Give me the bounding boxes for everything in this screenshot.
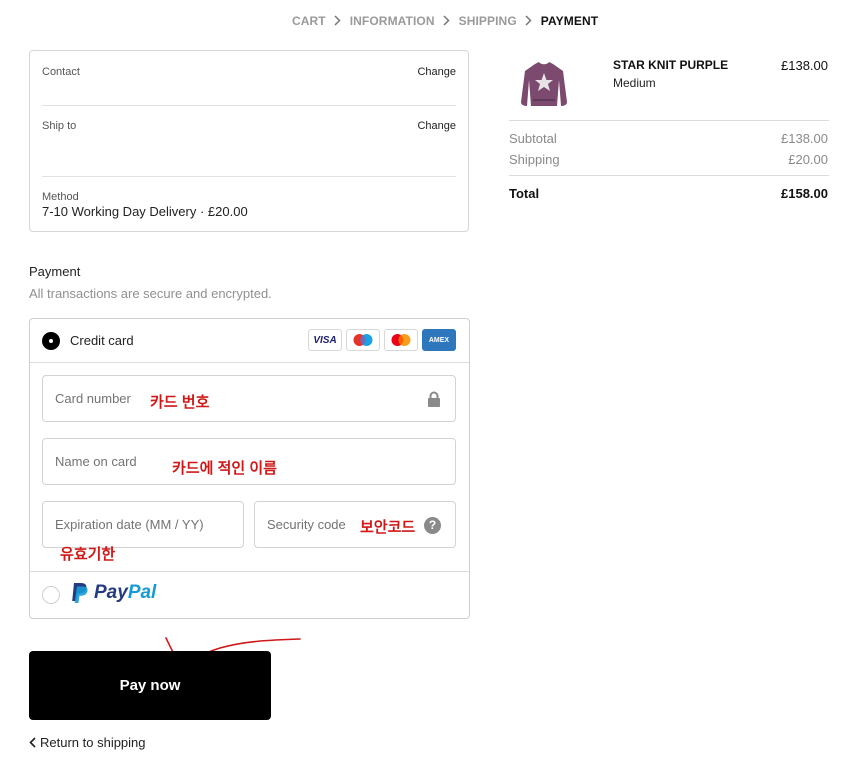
divider — [42, 105, 456, 106]
payment-method-box: Credit card VISA AMEX Card number 카드 번호 … — [29, 318, 470, 619]
breadcrumb-information[interactable]: INFORMATION — [350, 14, 435, 28]
credit-card-fields: Card number 카드 번호 Name on card 카드에 적인 이름… — [30, 363, 469, 572]
ship-to-label: Ship to — [42, 120, 77, 132]
return-to-shipping-link[interactable]: Return to shipping — [29, 735, 146, 750]
payment-heading: Payment — [29, 264, 81, 279]
chevron-right-icon — [435, 14, 459, 28]
credit-card-label: Credit card — [70, 333, 134, 348]
chevron-left-icon — [29, 737, 36, 748]
total-label: Total — [509, 186, 540, 201]
pay-now-button[interactable]: Pay now — [29, 651, 271, 720]
name-on-card-placeholder: Name on card — [55, 454, 137, 469]
method-label: Method — [42, 191, 79, 203]
card-number-annotation: 카드 번호 — [150, 394, 210, 411]
amex-icon: AMEX — [422, 329, 456, 351]
sweater-icon — [521, 62, 567, 106]
chevron-right-icon — [326, 14, 350, 28]
return-to-shipping-label: Return to shipping — [40, 735, 146, 750]
paypal-logo-pay: Pay — [94, 582, 128, 603]
divider — [509, 120, 829, 121]
breadcrumb-payment: PAYMENT — [540, 14, 599, 28]
card-number-input[interactable]: Card number — [42, 375, 456, 422]
contact-label: Contact — [42, 66, 80, 78]
review-block: Contact Change Ship to Change Method 7-1… — [29, 50, 469, 232]
ship-to-change-link[interactable]: Change — [417, 120, 456, 132]
card-number-placeholder: Card number — [55, 391, 131, 406]
mastercard-icon — [384, 329, 418, 351]
credit-card-radio[interactable] — [42, 332, 60, 350]
method-value: 7-10 Working Day Delivery · £20.00 — [42, 204, 248, 219]
shipping-value: £20.00 — [788, 152, 828, 167]
product-variant: Medium — [613, 76, 656, 90]
expiration-date-annotation: 유효기한 — [60, 546, 116, 563]
product-thumbnail — [517, 58, 571, 112]
subtotal-label: Subtotal — [509, 131, 557, 146]
breadcrumb: CART INFORMATION SHIPPING PAYMENT — [292, 14, 598, 28]
breadcrumb-shipping[interactable]: SHIPPING — [459, 14, 517, 28]
visa-icon: VISA — [308, 329, 342, 351]
security-code-annotation: 보안코드 — [360, 519, 416, 536]
card-brands: VISA AMEX — [308, 329, 456, 351]
payment-subheading: All transactions are secure and encrypte… — [29, 286, 272, 301]
shipping-label: Shipping — [509, 152, 560, 167]
divider — [509, 175, 829, 176]
contact-change-link[interactable]: Change — [417, 66, 456, 78]
name-on-card-annotation: 카드에 적인 이름 — [172, 460, 277, 477]
paypal-radio[interactable] — [42, 586, 60, 604]
subtotal-value: £138.00 — [781, 131, 828, 146]
expiration-date-input[interactable]: Expiration date (MM / YY) — [42, 501, 244, 548]
paypal-logo-pal: Pal — [127, 582, 157, 603]
total-value: £158.00 — [781, 186, 828, 201]
lock-icon — [428, 391, 440, 407]
security-code-input[interactable]: Security code ? — [254, 501, 456, 548]
credit-card-option[interactable]: Credit card VISA AMEX — [30, 319, 469, 363]
divider — [42, 176, 456, 177]
paypal-mark-icon — [72, 583, 88, 603]
paypal-option[interactable]: PayPal — [30, 572, 469, 619]
expiration-date-placeholder: Expiration date (MM / YY) — [55, 517, 204, 532]
paypal-logo: PayPal — [70, 582, 156, 604]
chevron-right-icon — [517, 14, 541, 28]
help-icon[interactable]: ? — [424, 517, 441, 534]
maestro-icon — [346, 329, 380, 351]
security-code-placeholder: Security code — [267, 517, 346, 532]
breadcrumb-cart[interactable]: CART — [292, 14, 326, 28]
product-price: £138.00 — [781, 58, 828, 73]
product-name: STAR KNIT PURPLE — [613, 58, 729, 72]
